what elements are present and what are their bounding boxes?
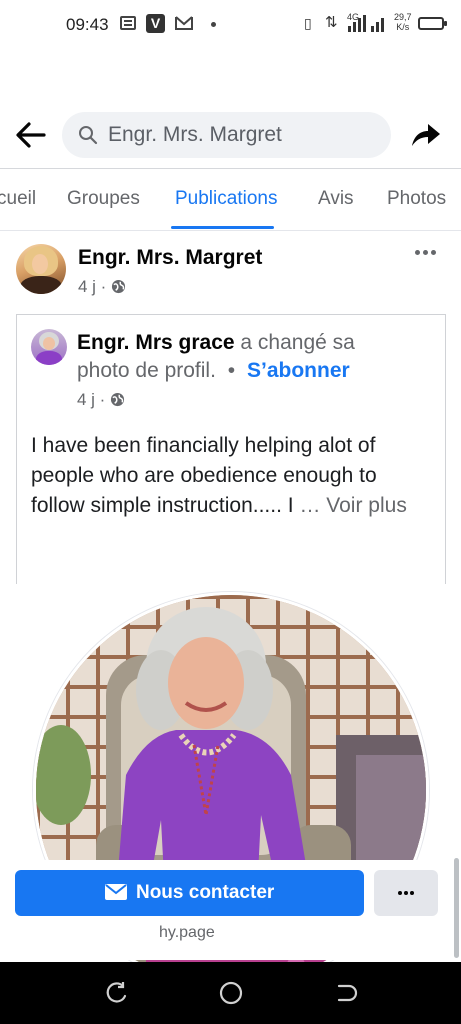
- contact-us-label: Nous contacter: [135, 882, 275, 903]
- shared-post-text: I have been financially helping alot of …: [31, 434, 407, 517]
- globe-icon: [111, 392, 125, 407]
- search-icon: [79, 126, 98, 145]
- search-input[interactable]: Engr. Mrs. Margret: [62, 112, 391, 158]
- post-more-button[interactable]: [414, 246, 438, 260]
- header-divider: [0, 168, 461, 169]
- envelope-icon: [104, 884, 127, 900]
- post-timestamp: 4 j ·: [78, 277, 126, 297]
- status-time: 09:43: [66, 15, 109, 34]
- shared-action-line: photo de profil. • S’abonner: [77, 359, 350, 383]
- signal-icon: [348, 14, 388, 32]
- contact-more-button[interactable]: [374, 870, 438, 916]
- separator: •: [227, 359, 236, 382]
- back-nav-icon[interactable]: [333, 980, 359, 1006]
- tab-publications[interactable]: Publications: [175, 188, 277, 210]
- system-nav-bar: [0, 962, 461, 1024]
- author-avatar[interactable]: [16, 244, 66, 294]
- tab-avis[interactable]: Avis: [318, 188, 354, 210]
- link-domain: hy.page: [159, 924, 215, 941]
- search-text: Engr. Mrs. Margret: [108, 123, 282, 146]
- home-icon[interactable]: [218, 980, 244, 1006]
- shared-author-avatar[interactable]: [31, 329, 67, 365]
- contact-us-button[interactable]: Nous contacter: [15, 870, 364, 916]
- tab-photos[interactable]: Photos: [387, 188, 446, 210]
- network-speed: 29,7 K/s: [394, 12, 412, 32]
- scrollbar-thumb[interactable]: [454, 858, 459, 958]
- shared-header-line: Engr. Mrs grace a changé sa: [77, 331, 355, 355]
- v-app-icon: V: [146, 14, 165, 33]
- tabs-divider: [0, 230, 461, 231]
- post-author-name[interactable]: Engr. Mrs. Margret: [78, 246, 262, 270]
- shared-author-name[interactable]: Engr. Mrs grace: [77, 331, 235, 354]
- data-transfer-icon: ⇅: [325, 14, 338, 31]
- notification-icon: [120, 16, 136, 30]
- share-icon[interactable]: [410, 118, 442, 150]
- status-bar: 09:43 V ▯ ⇅ 4G 29,7 K/s: [0, 0, 461, 50]
- shared-timestamp: 4 j ·: [77, 390, 125, 410]
- battery-icon: [418, 17, 447, 30]
- see-more-link[interactable]: … Voir plus: [299, 494, 406, 517]
- back-arrow-icon[interactable]: [14, 120, 48, 150]
- vibrate-icon: ▯: [304, 15, 312, 31]
- active-tab-indicator: [171, 226, 274, 229]
- follow-button[interactable]: S’abonner: [247, 359, 350, 382]
- tab-accueil[interactable]: cueil: [0, 188, 36, 210]
- shared-post-card[interactable]: Engr. Mrs grace a changé sa photo de pro…: [16, 314, 446, 584]
- recents-icon[interactable]: [103, 980, 129, 1006]
- globe-icon: [112, 279, 126, 294]
- shared-action-text: a changé sa: [240, 331, 355, 354]
- gmail-icon: [175, 16, 193, 30]
- more-notifications-dot: [211, 22, 216, 27]
- tab-groupes[interactable]: Groupes: [67, 188, 140, 210]
- shared-action-text-2: photo de profil.: [77, 359, 216, 382]
